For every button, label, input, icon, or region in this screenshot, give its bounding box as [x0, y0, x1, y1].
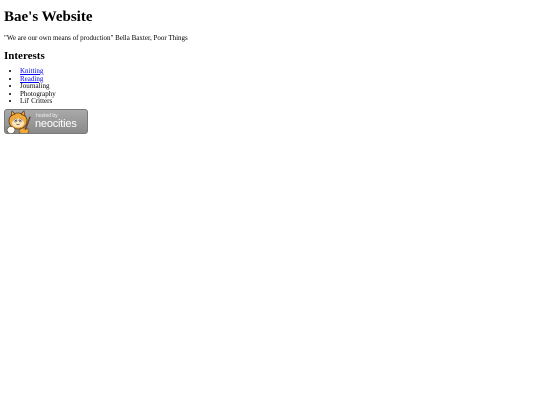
- list-item: Reading: [20, 75, 536, 84]
- page-body: Bae's Website "We are our own means of p…: [4, 0, 536, 134]
- interests-heading: Interests: [4, 50, 45, 62]
- list-item: Lil' Critters: [20, 97, 536, 106]
- list-item: Knitting: [20, 67, 536, 76]
- page-title: Bae's Website: [4, 9, 93, 25]
- interests-list: Knitting Reading Journaling Photography …: [4, 67, 536, 106]
- list-item: Journaling: [20, 82, 536, 91]
- list-item: Photography: [20, 90, 536, 99]
- neocities-badge-link[interactable]: hosted by neocities: [4, 108, 88, 134]
- badge-brand-text: neocities: [35, 117, 77, 130]
- neocities-cat-icon: [6, 109, 31, 133]
- interest-lil-critters: Lil' Critters: [20, 97, 53, 105]
- quote-text: "We are our own means of production" Bel…: [4, 34, 188, 42]
